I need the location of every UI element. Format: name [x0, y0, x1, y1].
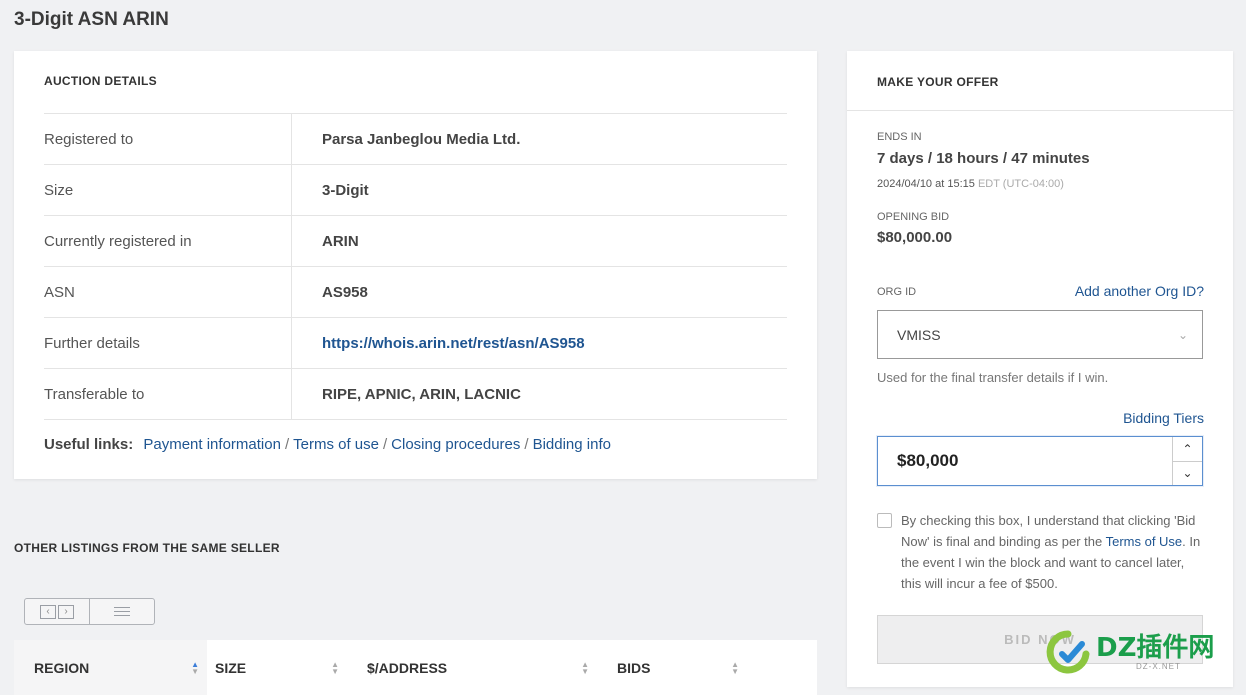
auction-details-table: Registered to Parsa Janbeglou Media Ltd.…	[44, 113, 787, 420]
decrement-button[interactable]: ⌄	[1173, 460, 1202, 486]
watermark-logo-icon	[1044, 628, 1092, 676]
org-id-select[interactable]: VMISS ⌄	[877, 310, 1203, 359]
whois-link[interactable]: https://whois.arin.net/rest/asn/AS958	[292, 335, 585, 352]
chevron-right-icon: ›	[58, 604, 74, 619]
details-row-transferable-to: Transferable to RIPE, APNIC, ARIN, LACNI…	[44, 369, 787, 420]
link-separator: /	[284, 436, 290, 453]
other-listings-heading: OTHER LISTINGS FROM THE SAME SELLER	[14, 541, 280, 555]
sort-icon: ▲ ▼	[331, 659, 339, 676]
org-id-help-text: Used for the final transfer details if I…	[877, 370, 1109, 385]
consent-checkbox[interactable]	[877, 513, 892, 528]
details-label: Registered to	[44, 114, 292, 164]
terms-of-use-link[interactable]: Terms of use	[293, 436, 379, 453]
sort-icon: ▲ ▼	[731, 659, 739, 676]
opening-bid-label: OPENING BID	[877, 211, 950, 223]
list-view-button[interactable]	[89, 599, 154, 624]
details-label: Further details	[44, 318, 292, 368]
column-header-size[interactable]: SIZE ▲ ▼	[207, 640, 347, 695]
add-org-id-link[interactable]: Add another Org ID?	[1075, 283, 1204, 299]
view-toggle: ‹ ›	[24, 598, 155, 625]
details-row-size: Size 3-Digit	[44, 165, 787, 216]
details-value: RIPE, APNIC, ARIN, LACNIC	[322, 385, 521, 403]
watermark-sub: DZ-X.NET	[1136, 661, 1181, 671]
watermark: DZ插件网 DZ-X.NET	[1044, 628, 1214, 676]
column-label: $/ADDRESS	[367, 659, 448, 676]
ends-in-label: ENDS IN	[877, 131, 922, 143]
bid-stepper: ⌃ ⌄	[1172, 437, 1202, 485]
column-header-price-per-address[interactable]: $/ADDRESS ▲ ▼	[347, 640, 597, 695]
details-row-registered-to: Registered to Parsa Janbeglou Media Ltd.	[44, 114, 787, 165]
useful-links: Useful links: Payment information / Terms …	[44, 436, 611, 453]
chevron-left-icon: ‹	[40, 604, 56, 619]
details-value: ARIN	[322, 232, 359, 250]
chevron-down-icon: ⌄	[1182, 466, 1193, 481]
link-separator: /	[524, 436, 529, 453]
column-header-region[interactable]: REGION ▲ ▼	[14, 640, 207, 695]
useful-links-label: Useful links:	[44, 436, 134, 453]
org-id-label: ORG ID	[877, 286, 917, 298]
ends-timezone: EDT (UTC-04:00)	[977, 178, 1064, 190]
bidding-tiers-link[interactable]: Bidding Tiers	[1123, 410, 1204, 426]
closing-procedures-link[interactable]: Closing procedures	[391, 436, 520, 453]
increment-button[interactable]: ⌃	[1173, 437, 1202, 461]
auction-details-heading: AUCTION DETAILS	[44, 74, 157, 88]
ends-date: 2024/04/10 at 15:15 EDT (UTC-04:00)	[877, 178, 1064, 190]
consent-row: By checking this box, I understand that …	[877, 510, 1203, 594]
auction-details-card: AUCTION DETAILS Registered to Parsa Janb…	[14, 51, 817, 479]
terms-of-use-consent-link[interactable]: Terms of Use	[1106, 534, 1183, 549]
column-label: REGION	[34, 659, 90, 676]
chevron-up-icon: ⌃	[1182, 441, 1193, 456]
details-row-asn: ASN AS958	[44, 267, 787, 318]
details-row-further-details: Further details https://whois.arin.net/r…	[44, 318, 787, 369]
bid-amount-field: ⌃ ⌄	[877, 436, 1203, 486]
details-label: Size	[44, 165, 292, 215]
opening-bid-value: $80,000.00	[877, 229, 953, 246]
watermark-text: DZ插件网 DZ-X.NET	[1096, 634, 1214, 671]
bidding-info-link[interactable]: Bidding info	[533, 436, 611, 453]
divider	[847, 110, 1233, 111]
bid-amount-input[interactable]	[878, 437, 1172, 485]
details-label: Transferable to	[44, 369, 292, 419]
link-separator: /	[382, 436, 388, 453]
column-header-bids[interactable]: BIDS ▲ ▼	[597, 640, 747, 695]
list-icon	[114, 607, 130, 616]
payment-information-link[interactable]: Payment information	[143, 436, 281, 453]
carousel-view-button[interactable]: ‹ ›	[25, 599, 89, 624]
make-offer-heading: MAKE YOUR OFFER	[877, 75, 999, 89]
sort-icon: ▲ ▼	[581, 659, 589, 676]
column-label: SIZE	[215, 659, 247, 676]
listings-table-header: REGION ▲ ▼ SIZE ▲ ▼ $/ADDRESS ▲ ▼ BIDS ▲ ▼	[14, 640, 817, 695]
make-offer-card: MAKE YOUR OFFER ENDS IN 7 days / 18 hour…	[847, 51, 1233, 687]
details-value: 3-Digit	[322, 181, 369, 199]
details-value: Parsa Janbeglou Media Ltd.	[322, 130, 521, 148]
ends-date-value: 2024/04/10 at 15:15	[877, 178, 975, 190]
ends-in-countdown: 7 days / 18 hours / 47 minutes	[877, 150, 1090, 167]
consent-text: By checking this box, I understand that …	[901, 510, 1203, 594]
watermark-main: DZ插件网	[1096, 632, 1215, 663]
details-value: AS958	[322, 283, 368, 301]
details-row-registry: Currently registered in ARIN	[44, 216, 787, 267]
sort-icon: ▲ ▼	[191, 659, 199, 676]
details-label: ASN	[44, 267, 292, 317]
org-id-selected-value: VMISS	[897, 326, 941, 343]
details-label: Currently registered in	[44, 216, 292, 266]
page-title: 3-Digit ASN ARIN	[14, 9, 169, 30]
chevron-down-icon: ⌄	[1177, 327, 1188, 342]
column-label: BIDS	[617, 659, 651, 676]
